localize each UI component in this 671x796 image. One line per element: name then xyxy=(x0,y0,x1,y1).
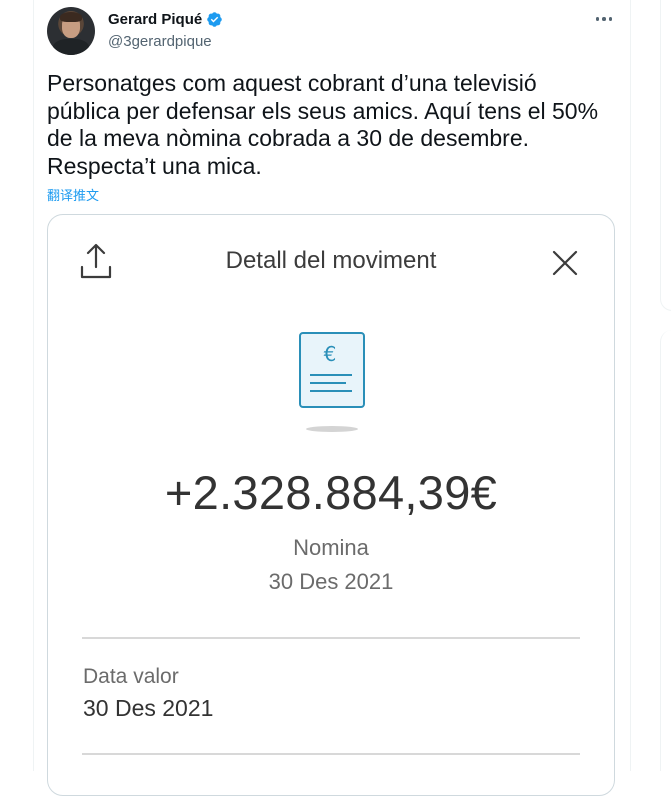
svg-text:€: € xyxy=(324,342,337,366)
tweet-media-image[interactable]: Detall del moviment € +2.328.884,39€ Nom… xyxy=(47,214,615,796)
more-dot-icon xyxy=(595,17,600,21)
tweet-text: Personatges com aquest cobrant d’una tel… xyxy=(47,70,599,179)
more-dot-icon xyxy=(602,17,606,21)
more-dot-icon xyxy=(608,17,613,21)
movement-date: 30 Des 2021 xyxy=(268,569,394,594)
divider xyxy=(82,753,580,755)
author-name-row[interactable]: Gerard Piqué xyxy=(108,11,223,28)
more-options-button[interactable] xyxy=(592,10,616,28)
value-date-label: Data valor xyxy=(83,665,179,688)
concept-label: Nomina xyxy=(293,535,369,560)
author-handle[interactable]: @3gerardpique xyxy=(108,33,212,50)
avatar[interactable] xyxy=(47,7,95,55)
column-border-left xyxy=(33,0,34,771)
column-border-right xyxy=(630,0,631,771)
verified-badge-icon xyxy=(207,12,222,27)
translate-tweet-link[interactable]: 翻译推文 xyxy=(47,185,99,204)
close-icon[interactable] xyxy=(550,248,580,278)
value-date: 30 Des 2021 xyxy=(83,695,214,721)
divider xyxy=(82,637,580,639)
sidebar-panel-edge-lower xyxy=(660,330,671,771)
avatar-shirt xyxy=(53,39,89,55)
display-name[interactable]: Gerard Piqué xyxy=(108,11,202,28)
sidebar-panel-edge xyxy=(660,0,671,311)
card-title: Detall del moviment xyxy=(225,247,437,274)
euro-document-icon: € xyxy=(299,332,365,432)
amount: +2.328.884,39€ xyxy=(164,466,498,519)
avatar-hair xyxy=(60,12,82,22)
